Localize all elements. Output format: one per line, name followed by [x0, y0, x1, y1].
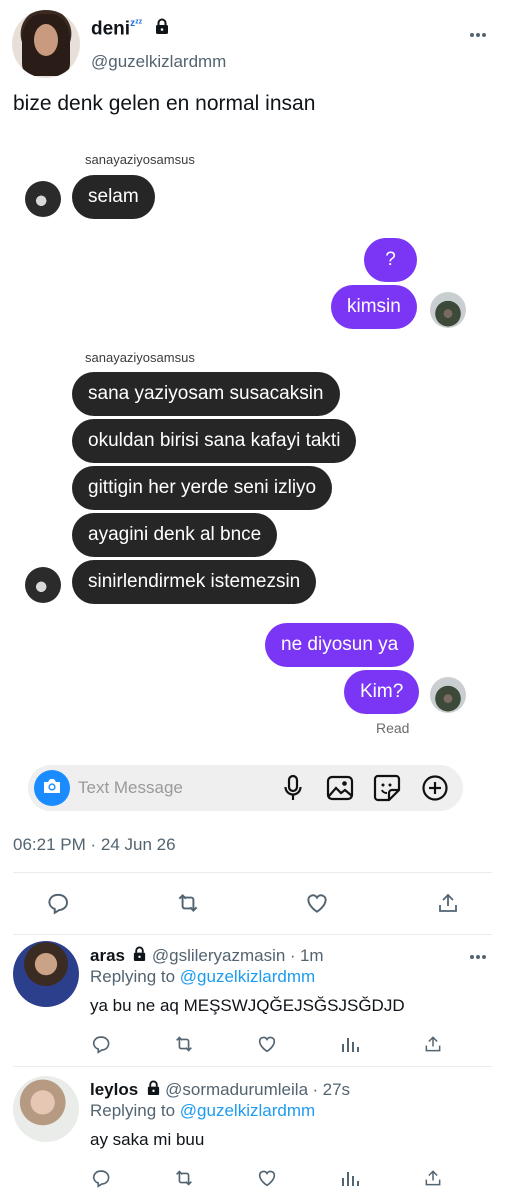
reply-avatar[interactable]: [13, 941, 79, 1007]
share-icon[interactable]: [433, 888, 463, 918]
tweet-timestamp[interactable]: 06:21 PM · 24 Jun 26: [13, 835, 176, 855]
more-options-icon[interactable]: [470, 947, 486, 965]
dot-separator: ·: [289, 946, 296, 965]
reply-author-name[interactable]: leylos: [90, 1080, 138, 1099]
sticker-icon[interactable]: [372, 773, 402, 803]
chat-contact-avatar: [25, 567, 61, 603]
divider: [13, 872, 492, 873]
divider: [13, 1066, 492, 1067]
replying-prefix: Replying to: [90, 1101, 176, 1120]
chat-own-avatar: [430, 677, 466, 713]
author-handle[interactable]: @guzelkizlardmm: [91, 52, 226, 72]
gallery-icon[interactable]: [325, 773, 355, 803]
replying-to: Replying to @guzelkizlardmm: [90, 1101, 315, 1121]
read-receipt: Read: [376, 720, 410, 736]
microphone-icon[interactable]: [278, 773, 308, 803]
replying-prefix: Replying to: [90, 967, 176, 986]
chat-sender-label: sanayaziyosamsus: [85, 152, 195, 167]
incoming-message: sinirlendirmek istemezsin: [72, 560, 317, 604]
retweet-icon[interactable]: [171, 1165, 197, 1191]
analytics-icon[interactable]: [337, 1165, 363, 1191]
camera-icon: [42, 778, 62, 799]
reply-header: leylos @sormadurumleila · 27s: [90, 1080, 350, 1101]
outgoing-message: kimsin: [331, 285, 417, 329]
replying-to: Replying to @guzelkizlardmm: [90, 967, 315, 987]
message-input[interactable]: Text Message: [78, 778, 183, 798]
reply-icon[interactable]: [88, 1165, 114, 1191]
incoming-message: sana yaziyosam susacaksin: [72, 372, 340, 416]
replying-mention[interactable]: @guzelkizlardmm: [180, 967, 315, 986]
retweet-icon[interactable]: [173, 888, 203, 918]
lock-icon: [146, 1080, 161, 1101]
like-icon[interactable]: [254, 1165, 280, 1191]
lock-icon: [154, 18, 170, 41]
outgoing-message: Kim?: [344, 670, 420, 714]
camera-button[interactable]: [34, 770, 70, 806]
author-name-text: deni: [91, 18, 131, 40]
outgoing-message: ne diyosun ya: [265, 623, 415, 667]
chat-own-avatar: [430, 292, 466, 328]
chat-sender-label: sanayaziyosamsus: [85, 350, 195, 365]
lock-icon: [132, 946, 147, 967]
reply-time[interactable]: 1m: [300, 946, 324, 965]
incoming-message: okuldan birisi sana kafayi takti: [72, 419, 357, 463]
author-display-name[interactable]: denizᶻᶻ: [91, 18, 170, 41]
reply-icon[interactable]: [88, 1031, 114, 1057]
reply-text: ya bu ne aq MEŞSWJQĞEJSĞSJSĞDJD: [90, 996, 405, 1015]
reply-author-handle[interactable]: @gslileryazmasin: [152, 946, 285, 965]
reply-avatar[interactable]: [13, 1076, 79, 1142]
chat-contact-avatar: [25, 181, 61, 217]
dot-separator: ·: [312, 1080, 319, 1099]
outgoing-message: ?: [364, 238, 417, 282]
reply-text: ay saka mi buu: [90, 1130, 205, 1149]
like-icon[interactable]: [302, 888, 332, 918]
like-icon[interactable]: [254, 1031, 280, 1057]
add-icon[interactable]: [420, 773, 450, 803]
retweet-icon[interactable]: [171, 1031, 197, 1057]
author-avatar[interactable]: [12, 10, 80, 78]
incoming-message: ayagini denk al bnce: [72, 513, 278, 557]
reply-author-handle[interactable]: @sormadurumleila: [165, 1080, 308, 1099]
incoming-message: selam: [72, 175, 155, 219]
reply-author-name[interactable]: aras: [90, 946, 125, 965]
replying-mention[interactable]: @guzelkizlardmm: [180, 1101, 315, 1120]
share-icon[interactable]: [420, 1031, 446, 1057]
analytics-icon[interactable]: [337, 1031, 363, 1057]
reply-header: aras @gslileryazmasin · 1m: [90, 946, 324, 967]
tweet-text: bize denk gelen en normal insan: [13, 92, 316, 115]
reply-icon[interactable]: [43, 888, 73, 918]
divider: [13, 934, 492, 935]
share-icon[interactable]: [420, 1165, 446, 1191]
reply-time[interactable]: 27s: [323, 1080, 350, 1099]
more-options-icon[interactable]: [470, 22, 486, 43]
zzz-emoji: zᶻᶻ: [130, 18, 143, 29]
incoming-message: gittigin her yerde seni izliyo: [72, 466, 333, 510]
